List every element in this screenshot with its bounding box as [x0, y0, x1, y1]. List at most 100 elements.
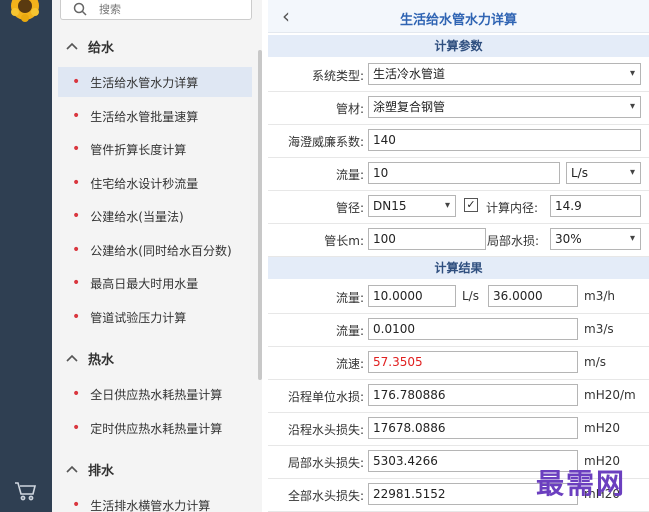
length-label: 管长m: — [324, 234, 364, 248]
flow-label: 流量: — [335, 168, 364, 182]
sidebar-item-public-equivalent[interactable]: • 公建给水(当量法) — [58, 201, 252, 231]
bullet-icon: • — [72, 108, 81, 124]
result-flow-m3s-value: 0.0100 — [368, 318, 578, 340]
result-flow2-label: 流量: — [335, 324, 364, 338]
head-loss-label: 沿程水头损失: — [287, 423, 364, 437]
local-loss-ratio-select[interactable]: 30% ▾ — [550, 228, 641, 250]
unit-loss-unit: mH20/m — [584, 388, 636, 402]
hw-label: 海澄威廉系数: — [287, 135, 364, 149]
result-flow-ls-value: 10.0000 — [368, 285, 456, 307]
sidebar-item-fitting-length[interactable]: • 管件折算长度计算 — [58, 134, 252, 164]
sidebar-item-public-percent[interactable]: • 公建给水(同时给水百分数) — [58, 235, 252, 265]
row-result-head-loss: 沿程水头损失: 17678.0886 mH20 — [268, 412, 649, 446]
section-header-drainage[interactable]: 排水 — [66, 459, 114, 479]
chevron-down-icon: ▾ — [629, 167, 635, 178]
search-box[interactable] — [60, 0, 252, 20]
sidebar-item-label: 生活排水横管水力计算 — [90, 498, 211, 512]
local-loss-ratio-label: 局部水损: — [487, 234, 540, 248]
sidebar-item-label: 管件折算长度计算 — [90, 142, 187, 157]
bullet-icon: • — [72, 175, 81, 191]
bullet-icon: • — [72, 74, 81, 90]
bullet-icon: • — [72, 242, 81, 258]
unit-loss-value: 176.780886 — [368, 384, 578, 406]
chevron-down-icon: ▾ — [629, 101, 635, 112]
row-result-flow-ls: 流量: 10.0000 L/s 36.0000 m3/h — [268, 280, 649, 314]
sunflower-logo — [8, 0, 42, 22]
row-result-flow-m3s: 流量: 0.0100 m3/s — [268, 313, 649, 347]
header-bar: ‹ 生活给水管水力详算 — [268, 0, 649, 33]
section-header-water-supply[interactable]: 给水 — [66, 36, 114, 56]
unit-loss-label: 沿程单位水损: — [287, 390, 364, 404]
sidebar-item-max-hourly[interactable]: • 最高日最大时用水量 — [58, 268, 252, 298]
bullet-icon: • — [72, 497, 81, 512]
row-result-velocity: 流速: 57.3505 m/s — [268, 346, 649, 380]
material-select[interactable]: 涂塑复合钢管 ▾ — [368, 96, 641, 118]
chevron-down-icon: ▾ — [629, 233, 635, 244]
sidebar-item-residential-flow[interactable]: • 住宅给水设计秒流量 — [58, 168, 252, 198]
page-title: 生活给水管水力详算 — [399, 13, 517, 28]
sidebar-item-test-pressure[interactable]: • 管道试验压力计算 — [58, 302, 252, 332]
result-flow-ls-unit: L/s — [462, 289, 479, 303]
sidebar-item-drain-horizontal[interactable]: • 生活排水横管水力计算 — [58, 490, 252, 512]
bullet-icon: • — [72, 386, 81, 402]
length-input[interactable]: 100 — [368, 228, 486, 250]
system-type-select[interactable]: 生活冷水管道 ▾ — [368, 63, 641, 85]
row-system-type: 系统类型: 生活冷水管道 ▾ — [268, 58, 649, 92]
flow-input[interactable]: 10 — [368, 162, 560, 184]
system-type-value: 生活冷水管道 — [373, 67, 446, 81]
bullet-icon: • — [72, 275, 81, 291]
search-input[interactable] — [99, 0, 239, 18]
sidebar-item-label: 公建给水(当量法) — [90, 209, 184, 224]
app-rail — [0, 0, 52, 512]
bullet-icon: • — [72, 141, 81, 157]
sidebar-item-timed-heat[interactable]: • 定时供应热水耗热量计算 — [58, 413, 252, 443]
watermark: 最需网 — [536, 467, 627, 500]
row-hazen-williams: 海澄威廉系数: 140 — [268, 124, 649, 158]
velocity-value: 57.3505 — [368, 351, 578, 373]
local-loss-ratio-value: 30% — [555, 232, 582, 246]
chevron-up-icon — [66, 462, 80, 477]
result-flow-m3h-value: 36.0000 — [488, 285, 578, 307]
sidebar-item-label: 全日供应热水耗热量计算 — [90, 387, 223, 402]
flow-unit-select[interactable]: L/s ▾ — [566, 162, 641, 184]
main-panel: ‹ 生活给水管水力详算 计算参数 系统类型: 生活冷水管道 ▾ 管材: 涂塑复合… — [268, 0, 649, 512]
row-material: 管材: 涂塑复合钢管 ▾ — [268, 91, 649, 125]
material-value: 涂塑复合钢管 — [373, 100, 446, 114]
row-diameter: 管径: DN15 ▾ ✓ 计算内径: 14.9 — [268, 190, 649, 224]
section-label: 给水 — [88, 40, 115, 56]
search-icon — [73, 2, 87, 19]
sidebar-item-label: 生活给水管水力详算 — [90, 75, 199, 90]
inner-diameter-input[interactable]: 14.9 — [550, 195, 641, 217]
sidebar-item-label: 最高日最大时用水量 — [90, 276, 199, 291]
bullet-icon: • — [72, 309, 81, 325]
row-length-local: 管长m: 100 局部水损: 30% ▾ — [268, 223, 649, 257]
sidebar-scrollbar[interactable] — [258, 50, 262, 380]
velocity-unit: m/s — [584, 355, 606, 369]
system-type-label: 系统类型: — [311, 69, 364, 83]
local-loss-label: 局部水头损失: — [287, 456, 364, 470]
sidebar-item-label: 管道试验压力计算 — [90, 310, 187, 325]
result-flow-m3s-unit: m3/s — [584, 322, 614, 336]
section-header-hot-water[interactable]: 热水 — [66, 348, 114, 368]
chevron-up-icon — [66, 351, 80, 366]
sidebar-item-hydraulic-detail[interactable]: • 生活给水管水力详算 — [58, 67, 252, 97]
sidebar-item-batch-quick[interactable]: • 生活给水管批量速算 — [58, 101, 252, 131]
diameter-select[interactable]: DN15 ▾ — [368, 195, 456, 217]
result-flow-m3h-unit: m3/h — [584, 289, 615, 303]
flow-unit-value: L/s — [571, 166, 588, 180]
chevron-down-icon: ▾ — [629, 68, 635, 79]
head-loss-unit: mH20 — [584, 421, 620, 435]
sidebar-item-label: 生活给水管批量速算 — [90, 109, 199, 124]
sidebar-item-allday-heat[interactable]: • 全日供应热水耗热量计算 — [58, 379, 252, 409]
cart-icon[interactable] — [14, 481, 38, 504]
chevron-down-icon: ▾ — [444, 200, 450, 211]
result-flow-label: 流量: — [335, 291, 364, 305]
velocity-label: 流速: — [335, 357, 364, 371]
inner-diameter-checkbox[interactable]: ✓ — [464, 198, 478, 212]
total-loss-label: 全部水头损失: — [287, 489, 364, 503]
sidebar-item-label: 定时供应热水耗热量计算 — [90, 421, 223, 436]
section-label: 排水 — [88, 463, 115, 479]
sidebar-item-label: 公建给水(同时给水百分数) — [90, 243, 232, 258]
row-flow-input: 流量: 10 L/s ▾ — [268, 157, 649, 191]
hw-input[interactable]: 140 — [368, 129, 641, 151]
